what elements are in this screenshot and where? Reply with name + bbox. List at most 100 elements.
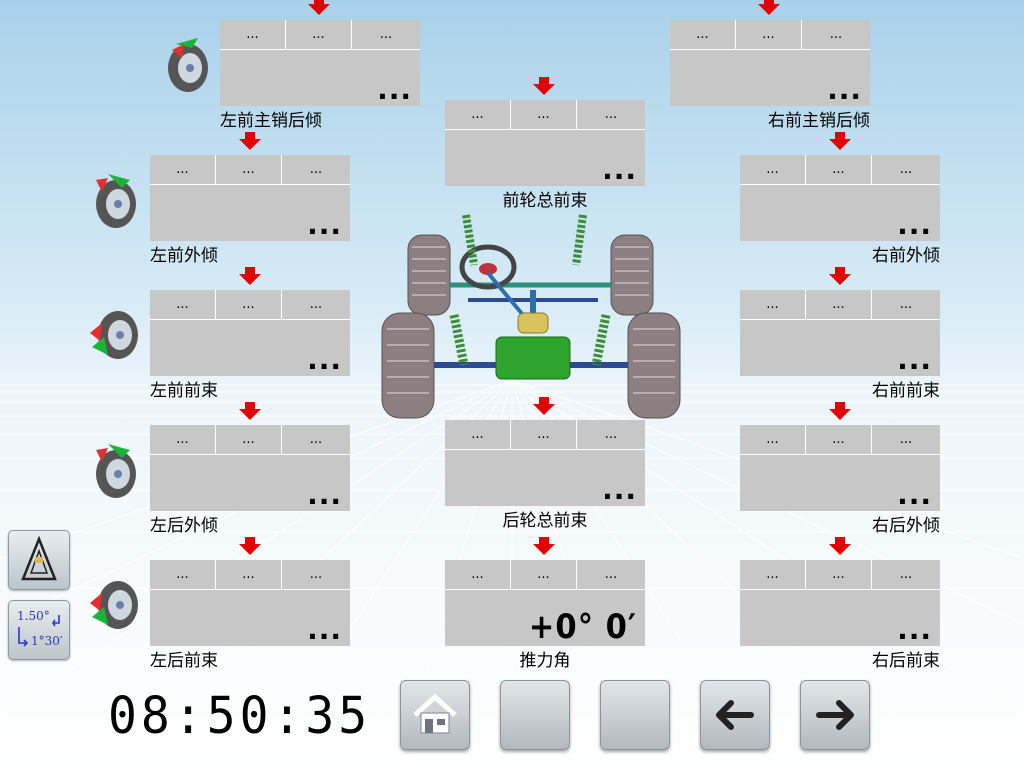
panel-cell: ...	[150, 425, 216, 455]
front-right-wheel	[610, 234, 654, 316]
panel-cell: ...	[282, 425, 350, 455]
arrow-down-icon	[829, 537, 851, 555]
panel-cell: ...	[806, 155, 872, 185]
arrow-down-icon	[829, 402, 851, 420]
panel-cell: ...	[220, 20, 286, 50]
blank-button-2[interactable]	[600, 680, 670, 750]
home-button[interactable]	[400, 680, 470, 750]
panel-cell: ...	[872, 560, 940, 590]
panel-right-rear-toe[interactable]: ......... ... 右后前束	[740, 560, 940, 671]
panel-value: ...	[602, 153, 637, 186]
panel-right-front-caster[interactable]: ......... ... 右前主销后倾	[670, 20, 870, 131]
panel-value: ...	[307, 613, 342, 646]
panel-cell: ...	[740, 425, 806, 455]
panel-cell: ...	[150, 155, 216, 185]
panel-value: ...	[377, 73, 412, 106]
panel-value: ...	[897, 478, 932, 511]
panel-cell: ...	[216, 560, 282, 590]
panel-cell: ...	[445, 560, 511, 590]
panel-cell: ...	[806, 290, 872, 320]
unit-dms-label: 1°30′	[31, 634, 63, 648]
camber-wheel-icon	[96, 174, 136, 228]
panel-front-total-toe[interactable]: ......... ... 前轮总前束	[445, 100, 645, 211]
rear-axle	[434, 290, 628, 380]
panel-cell: ...	[577, 560, 645, 590]
panel-cell: ...	[445, 100, 511, 130]
panel-right-rear-camber[interactable]: ......... ... 右后外倾	[740, 425, 940, 536]
panel-cell: ...	[740, 290, 806, 320]
arrow-down-icon	[533, 537, 555, 555]
panel-cell: ...	[216, 155, 282, 185]
panel-value: ...	[897, 208, 932, 241]
arrow-down-icon	[239, 132, 261, 150]
panel-cell: ...	[577, 100, 645, 130]
panel-right-front-camber[interactable]: ......... ... 右前外倾	[740, 155, 940, 266]
rear-left-wheel	[381, 312, 435, 419]
arrow-down-icon	[533, 77, 555, 95]
panel-cell: ...	[511, 420, 577, 450]
panel-label: 右后外倾	[872, 516, 940, 536]
arrow-down-icon	[239, 537, 261, 555]
panel-cell: ...	[352, 20, 420, 50]
arrow-down-icon	[239, 267, 261, 285]
panel-label: 前轮总前束	[502, 191, 588, 211]
panel-value: +0° 0′	[528, 607, 637, 647]
blank-button-1[interactable]	[500, 680, 570, 750]
panel-thrust-angle[interactable]: ......... +0° 0′ 推力角	[445, 560, 645, 671]
panel-left-front-toe[interactable]: ......... ... 左前前束	[150, 290, 350, 401]
back-button[interactable]	[700, 680, 770, 750]
panel-rear-total-toe[interactable]: ......... ... 后轮总前束	[445, 420, 645, 531]
arrow-down-icon	[829, 132, 851, 150]
panel-cell: ...	[511, 100, 577, 130]
panel-cell: ...	[150, 290, 216, 320]
rear-camber-wheel-icon	[96, 444, 136, 498]
panel-cell: ...	[670, 20, 736, 50]
next-button[interactable]	[800, 680, 870, 750]
panel-cell: ...	[150, 560, 216, 590]
chassis-illustration	[381, 214, 681, 419]
arrow-down-icon	[533, 397, 555, 415]
panel-left-rear-camber[interactable]: ......... ... 左后外倾	[150, 425, 350, 536]
panel-label: 左后外倾	[150, 516, 218, 536]
unit-toggle-button[interactable]: 1.50° 1°30′	[8, 600, 70, 660]
panel-value: ...	[897, 343, 932, 376]
set-square-icon	[21, 535, 57, 581]
panel-label: 推力角	[519, 651, 571, 671]
panel-cell: ...	[282, 290, 350, 320]
panel-cell: ...	[445, 420, 511, 450]
panel-value: ...	[307, 208, 342, 241]
panel-label: 右前外倾	[872, 246, 940, 266]
panel-cell: ...	[511, 560, 577, 590]
rear-toe-wheel-icon	[90, 581, 138, 629]
panel-cell: ...	[216, 290, 282, 320]
panel-cell: ...	[736, 20, 802, 50]
panel-label: 左前外倾	[150, 246, 218, 266]
front-left-wheel	[407, 234, 451, 316]
measure-button[interactable]	[8, 530, 70, 590]
panel-cell: ...	[282, 560, 350, 590]
panel-right-front-toe[interactable]: ......... ... 右前前束	[740, 290, 940, 401]
panel-cell: ...	[216, 425, 282, 455]
panel-value: ...	[307, 343, 342, 376]
panel-cell: ...	[872, 155, 940, 185]
panel-label: 左前主销后倾	[220, 111, 322, 131]
panel-label: 左后前束	[150, 651, 218, 671]
arrow-right-icon	[816, 700, 854, 730]
unit-convert-icon	[18, 615, 60, 647]
panel-cell: ...	[872, 290, 940, 320]
panel-left-front-camber[interactable]: ......... ... 左前外倾	[150, 155, 350, 266]
home-icon	[413, 693, 457, 734]
panel-left-front-caster[interactable]: ......... ... 左前主销后倾	[220, 20, 420, 131]
caster-wheel-icon	[168, 38, 208, 92]
panel-cell: ...	[282, 155, 350, 185]
rear-right-wheel	[627, 312, 681, 419]
toe-wheel-icon	[90, 311, 138, 359]
panel-value: ...	[307, 478, 342, 511]
front-springs	[462, 214, 587, 266]
panel-cell: ...	[806, 560, 872, 590]
arrow-down-icon	[829, 267, 851, 285]
panel-label: 右后前束	[872, 651, 940, 671]
panel-cell: ...	[740, 560, 806, 590]
clock: 08:50:35	[108, 686, 372, 746]
panel-left-rear-toe[interactable]: ......... ... 左后前束	[150, 560, 350, 671]
